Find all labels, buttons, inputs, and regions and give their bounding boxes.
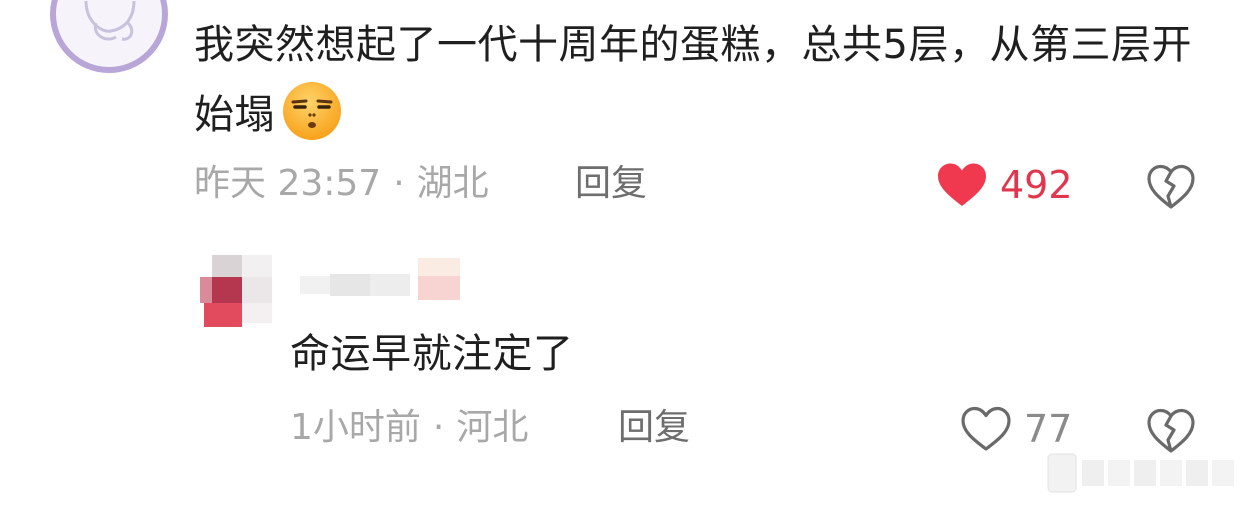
broken-heart-icon xyxy=(1147,408,1195,453)
username-blurred xyxy=(300,258,462,302)
meta-separator: · xyxy=(432,407,445,448)
reply-time: 1小时前 xyxy=(290,407,421,448)
meta-separator: · xyxy=(393,163,405,204)
like-count: 492 xyxy=(1000,163,1073,207)
pixelated-avatar-icon xyxy=(200,255,272,327)
reply-button[interactable]: 回复 xyxy=(575,162,647,206)
like-count: 77 xyxy=(1024,407,1073,451)
like-button[interactable]: 77 xyxy=(960,406,1072,452)
avatar[interactable] xyxy=(50,0,168,73)
reply-meta: 1小时前 · 河北 xyxy=(290,406,528,450)
heart-filled-icon xyxy=(938,163,986,206)
reply-location: 河北 xyxy=(456,407,529,448)
reply-button[interactable]: 回复 xyxy=(618,406,690,450)
comment-meta: 昨天 23:57 · 湖北 xyxy=(194,162,489,206)
dislike-button[interactable] xyxy=(1146,408,1196,458)
comment-time: 昨天 23:57 xyxy=(194,163,382,204)
cat-avatar-icon xyxy=(84,0,136,41)
watermark xyxy=(1046,452,1246,494)
comment-text: 我突然想起了一代十周年的蛋糕，总共5层，从第三层开始塌 xyxy=(194,10,1204,150)
reply-text: 命运早就注定了 xyxy=(290,331,574,377)
avatar[interactable] xyxy=(190,255,278,327)
broken-heart-icon xyxy=(1147,164,1195,209)
dislike-button[interactable] xyxy=(1146,164,1196,214)
heart-outline-icon xyxy=(961,406,1011,451)
comment-location: 湖北 xyxy=(416,163,489,204)
unamused-face-emoji-icon xyxy=(277,80,347,142)
like-button[interactable]: 492 xyxy=(936,162,1073,208)
